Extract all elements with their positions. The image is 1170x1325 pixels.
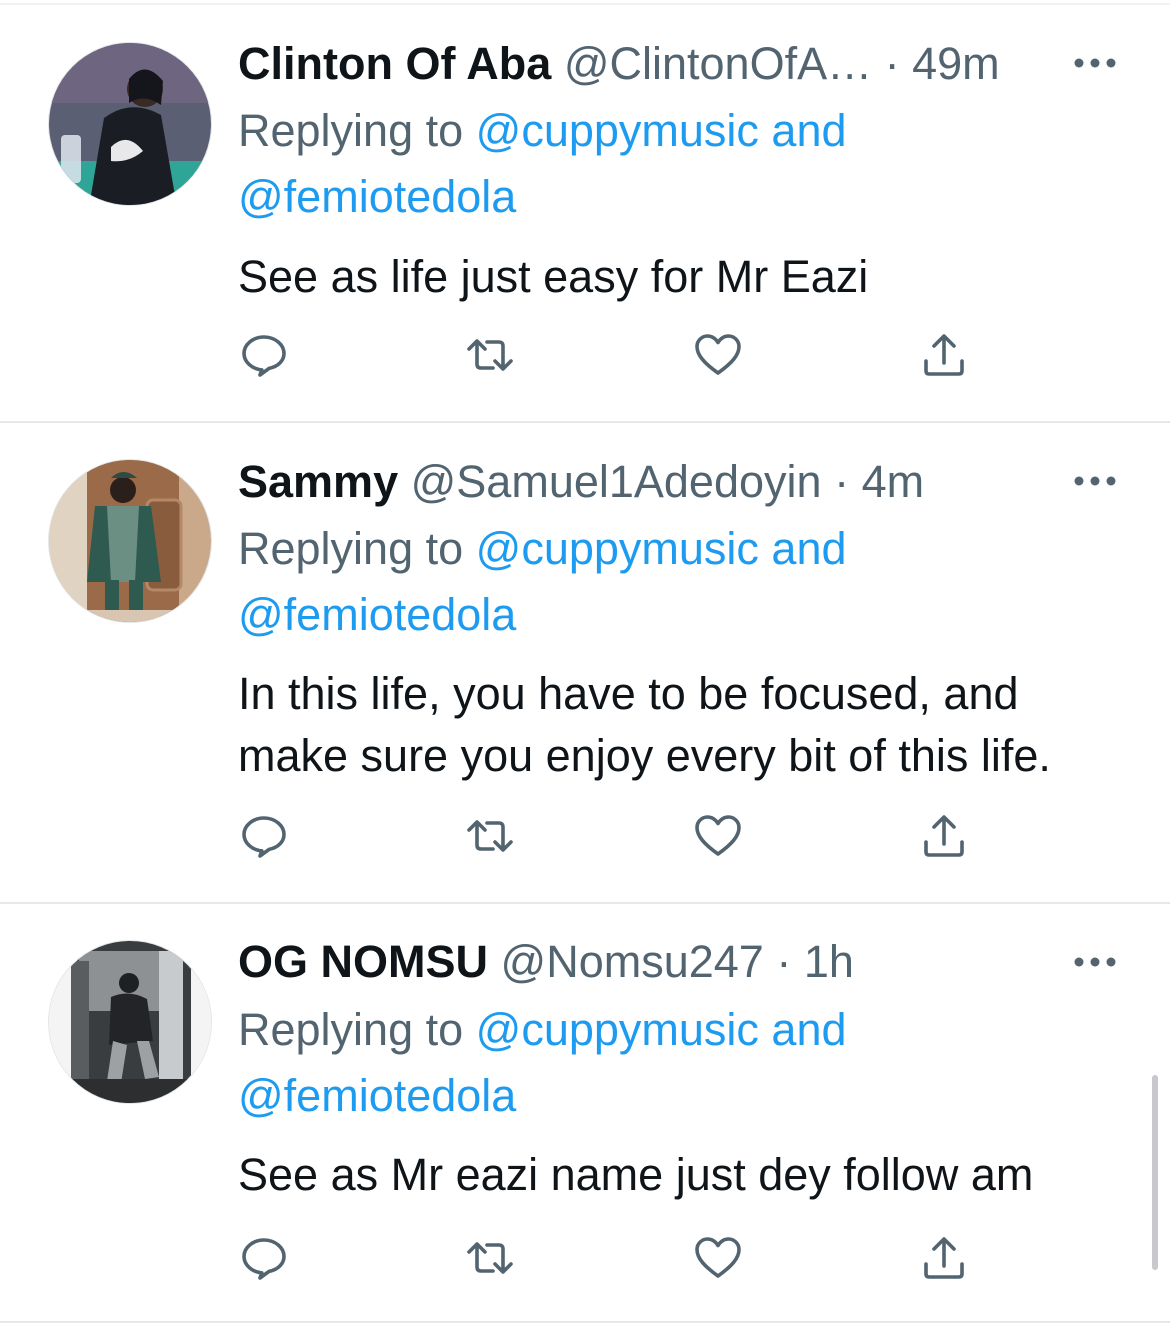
like-button[interactable] <box>694 812 742 860</box>
mention-link-cuppymusic[interactable]: @cuppymusic and <box>476 105 847 156</box>
mention-link-cuppymusic[interactable]: @cuppymusic and <box>476 523 847 574</box>
more-options-icon[interactable] <box>1072 955 1118 969</box>
retweet-button[interactable] <box>466 1234 514 1282</box>
timestamp[interactable]: 49m <box>912 38 1000 89</box>
tweet-3[interactable]: OG NOMSU @Nomsu247 · 1h Replying to @cup… <box>0 904 1170 1325</box>
display-name[interactable]: Sammy <box>238 456 398 507</box>
more-options-icon[interactable] <box>1072 56 1118 70</box>
avatar[interactable] <box>48 940 212 1104</box>
tweet-header: Clinton Of Aba @ClintonOfA… · 49m <box>238 37 1000 91</box>
tweet-header: Sammy @Samuel1Adedoyin · 4m <box>238 455 924 509</box>
separator-dot: · <box>884 38 900 89</box>
scrollbar[interactable] <box>1152 1075 1158 1270</box>
avatar-photo-person-hoodie-icon <box>49 43 211 205</box>
share-icon <box>924 1237 964 1279</box>
tweet-divider <box>0 1321 1170 1323</box>
replying-to: Replying to @cuppymusic and @femiotedola <box>238 516 847 648</box>
display-name[interactable]: Clinton Of Aba <box>238 38 551 89</box>
reply-icon <box>242 1238 286 1280</box>
like-button[interactable] <box>694 1234 742 1282</box>
action-bar <box>0 331 1170 379</box>
like-icon <box>695 1237 741 1278</box>
tweet-text-line: See as life just easy for Mr Eazi <box>238 251 869 302</box>
action-bar <box>0 1234 1170 1282</box>
replying-to: Replying to @cuppymusic and @femiotedola <box>238 98 847 230</box>
share-icon <box>924 334 964 376</box>
tweet-text: In this life, you have to be focused, an… <box>238 663 1138 787</box>
tweet-header: OG NOMSU @Nomsu247 · 1h <box>238 935 854 989</box>
reply-button[interactable] <box>240 1234 288 1282</box>
action-bar <box>0 812 1170 860</box>
username-handle[interactable]: @Samuel1Adedoyin <box>411 456 822 507</box>
reply-icon <box>242 335 286 377</box>
separator-dot: · <box>776 936 792 987</box>
retweet-button[interactable] <box>466 331 514 379</box>
like-icon <box>695 815 741 856</box>
separator-dot: · <box>834 456 850 507</box>
username-handle[interactable]: @Nomsu247 <box>501 936 764 987</box>
replying-prefix: Replying to <box>238 523 464 574</box>
share-button[interactable] <box>920 1234 968 1282</box>
share-icon <box>924 815 964 857</box>
mention-link-femiotedola[interactable]: @femiotedola <box>238 171 516 222</box>
mention-link-cuppymusic[interactable]: @cuppymusic and <box>476 1004 847 1055</box>
replying-prefix: Replying to <box>238 105 464 156</box>
replying-to: Replying to @cuppymusic and @femiotedola <box>238 997 847 1129</box>
avatar[interactable] <box>48 42 212 206</box>
mention-link-femiotedola[interactable]: @femiotedola <box>238 1070 516 1121</box>
username-handle[interactable]: @ClintonOfA… <box>564 38 872 89</box>
mention-link-femiotedola[interactable]: @femiotedola <box>238 589 516 640</box>
tweet-text: See as Mr eazi name just dey follow am <box>238 1144 1138 1206</box>
retweet-icon <box>467 339 513 371</box>
avatar[interactable] <box>48 459 212 623</box>
retweet-icon <box>467 1242 513 1274</box>
share-button[interactable] <box>920 812 968 860</box>
retweet-icon <box>467 820 513 852</box>
tweet-text-line: See as Mr eazi name just dey follow am <box>238 1149 1034 1200</box>
avatar-photo-person-grayscale-icon <box>49 941 211 1103</box>
reply-feed: Clinton Of Aba @ClintonOfA… · 49m Replyi… <box>0 0 1170 1325</box>
like-icon <box>695 334 741 375</box>
reply-icon <box>242 816 286 858</box>
reply-button[interactable] <box>240 812 288 860</box>
reply-button[interactable] <box>240 331 288 379</box>
display-name[interactable]: OG NOMSU <box>238 936 488 987</box>
tweet-text: See as life just easy for Mr Eazi <box>238 246 1138 308</box>
share-button[interactable] <box>920 331 968 379</box>
retweet-button[interactable] <box>466 812 514 860</box>
replying-prefix: Replying to <box>238 1004 464 1055</box>
tweet-1[interactable]: Clinton Of Aba @ClintonOfA… · 49m Replyi… <box>0 0 1170 422</box>
tweet-text-line: In this life, you have to be focused, an… <box>238 668 1019 719</box>
tweet-text-line: make sure you enjoy every bit of this li… <box>238 730 1051 781</box>
avatar-photo-person-agbada-icon <box>49 460 211 622</box>
timestamp[interactable]: 4m <box>862 456 925 507</box>
timestamp[interactable]: 1h <box>804 936 854 987</box>
more-options-icon[interactable] <box>1072 474 1118 488</box>
tweet-2[interactable]: Sammy @Samuel1Adedoyin · 4m Replying to … <box>0 423 1170 903</box>
like-button[interactable] <box>694 331 742 379</box>
